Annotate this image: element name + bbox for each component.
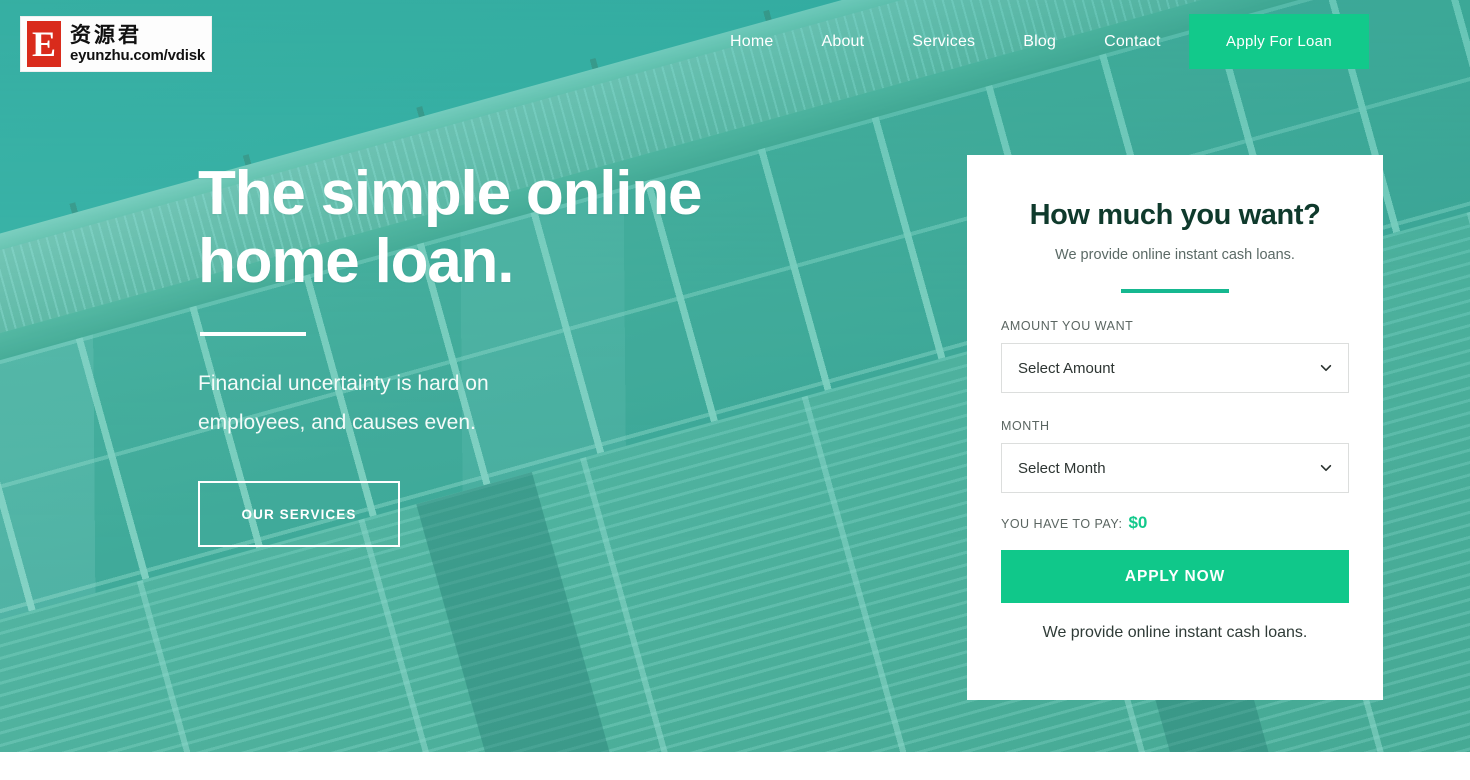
payment-amount: $0	[1128, 513, 1148, 532]
card-subtitle: We provide online instant cash loans.	[1055, 247, 1295, 263]
page-root: o. Home About Services Blog Contact Appl…	[0, 0, 1470, 780]
apply-for-loan-button[interactable]: Apply For Loan	[1189, 14, 1369, 69]
nav-item-home[interactable]: Home	[720, 0, 797, 84]
amount-field-label: AMOUNT YOU WANT	[1001, 319, 1134, 333]
nav-item-about[interactable]: About	[797, 0, 888, 84]
watermark-letter: E	[32, 24, 57, 64]
hero-divider	[200, 332, 306, 336]
watermark-overlay: E 资源君 eyunzhu.com/vdisk	[20, 16, 212, 72]
watermark-e-logo-icon: E	[27, 21, 62, 67]
amount-select-wrap: Select Amount	[1001, 343, 1349, 393]
nav-item-services[interactable]: Services	[888, 0, 999, 84]
month-field-label: MONTH	[1001, 419, 1050, 433]
hero-section: o. Home About Services Blog Contact Appl…	[0, 0, 1470, 752]
card-divider	[1121, 289, 1229, 293]
watermark-chinese-label: 资源君	[70, 23, 143, 47]
card-title: How much you want?	[1029, 199, 1321, 231]
main-navigation: o. Home About Services Blog Contact Appl…	[0, 0, 1470, 84]
nav-links: Home About Services Blog Contact	[720, 0, 1185, 84]
amount-select[interactable]: Select Amount	[1001, 343, 1349, 393]
bottom-white-strip	[0, 752, 1470, 780]
our-services-button[interactable]: OUR SERVICES	[198, 481, 400, 547]
hero-subtext: Financial uncertainty is hard on employe…	[198, 372, 489, 434]
month-select-wrap: Select Month	[1001, 443, 1349, 493]
month-select[interactable]: Select Month	[1001, 443, 1349, 493]
payment-label: YOU HAVE TO PAY:	[1001, 517, 1123, 531]
payment-summary: YOU HAVE TO PAY: $0	[1001, 513, 1349, 533]
watermark-text: 资源君 eyunzhu.com/vdisk	[70, 23, 205, 65]
watermark-url: eyunzhu.com/vdisk	[70, 47, 205, 64]
nav-item-blog[interactable]: Blog	[999, 0, 1080, 84]
card-footer-note: We provide online instant cash loans.	[1042, 624, 1308, 641]
apply-now-button[interactable]: APPLY NOW	[1001, 550, 1349, 603]
loan-calculator-card: How much you want? We provide online ins…	[967, 155, 1383, 700]
hero-headline: The simple online home loan.	[198, 159, 702, 296]
hero-copy: The simple online home loan. Financial u…	[198, 160, 818, 547]
nav-item-contact[interactable]: Contact	[1080, 0, 1185, 84]
